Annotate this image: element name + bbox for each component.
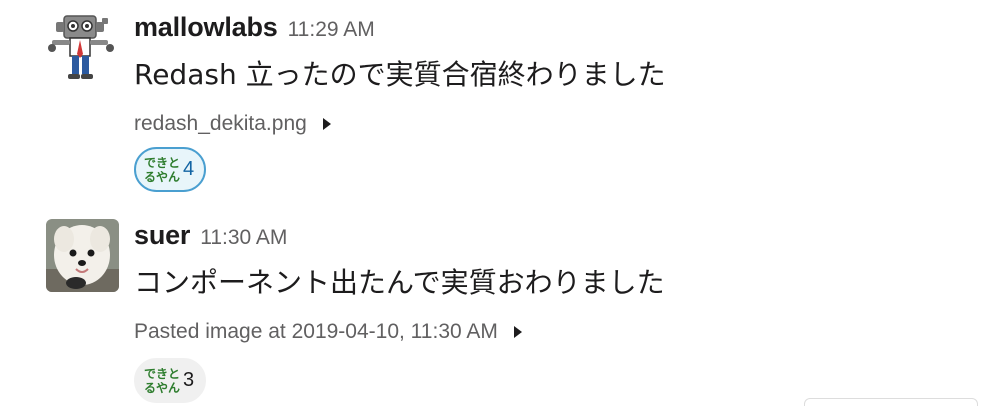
message-header: suer 11:30 AM: [134, 220, 996, 260]
username[interactable]: mallowlabs: [134, 12, 278, 43]
message-item[interactable]: mallowlabs 11:29 AM Redash 立ったので実質合宿終わりま…: [0, 0, 996, 210]
message-content: mallowlabs 11:29 AM Redash 立ったので実質合宿終わりま…: [134, 12, 996, 144]
expand-caret-icon[interactable]: [322, 118, 331, 130]
dekitoruyan-emoji-icon: できと るやん: [144, 153, 180, 187]
dekitoruyan-emoji-icon: できと るやん: [144, 364, 180, 398]
timestamp[interactable]: 11:30 AM: [200, 226, 287, 250]
avatar[interactable]: [46, 10, 119, 83]
attachment-name[interactable]: Pasted image at 2019-04-10, 11:30 AM: [134, 320, 498, 344]
message-text: Redash 立ったので実質合宿終わりました: [134, 58, 666, 91]
message-text: コンポーネント出たんで実質おわりました: [134, 266, 665, 299]
reaction-button[interactable]: できと るやん 3: [134, 358, 207, 403]
emoji-text-line1: できと: [144, 366, 181, 381]
attachment-name[interactable]: redash_dekita.png: [134, 112, 307, 136]
message-header: mallowlabs 11:29 AM: [134, 12, 996, 52]
message-actions-hover-bar[interactable]: [804, 398, 978, 406]
dog-avatar-icon: [46, 219, 119, 292]
emoji-text-line2: るやん: [144, 380, 181, 395]
robot-avatar-icon: [46, 10, 119, 83]
reaction-count: 3: [183, 369, 195, 391]
message-item[interactable]: suer 11:30 AM コンポーネント出たんで実質おわりました Pasted…: [0, 210, 996, 406]
reaction-button[interactable]: できと るやん 4: [134, 147, 207, 192]
timestamp[interactable]: 11:29 AM: [288, 18, 375, 42]
expand-caret-icon[interactable]: [513, 326, 522, 338]
reaction-count: 4: [183, 158, 195, 180]
attachment[interactable]: Pasted image at 2019-04-10, 11:30 AM: [134, 312, 996, 352]
avatar[interactable]: [46, 219, 119, 292]
username[interactable]: suer: [134, 220, 190, 251]
message-content: suer 11:30 AM コンポーネント出たんで実質おわりました Pasted…: [134, 220, 996, 352]
attachment[interactable]: redash_dekita.png: [134, 104, 996, 144]
emoji-text-line1: できと: [144, 155, 181, 170]
emoji-text-line2: るやん: [144, 169, 181, 184]
